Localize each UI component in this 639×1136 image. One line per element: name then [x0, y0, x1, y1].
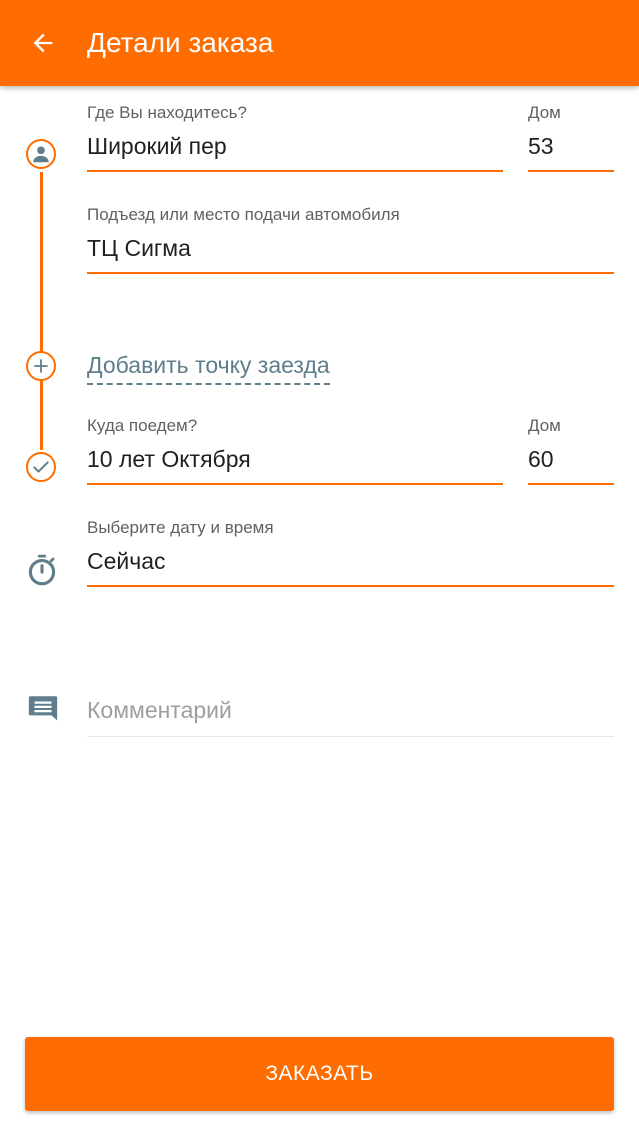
destination-label: Куда поедем?: [87, 416, 198, 435]
add-stop-link[interactable]: Добавить точку заезда: [87, 349, 330, 385]
order-button[interactable]: ЗАКАЗАТЬ: [25, 1037, 614, 1111]
pickup-street-underline: [87, 170, 503, 172]
comment-icon-wrap: [26, 692, 60, 726]
datetime-value: Сейчас: [87, 548, 166, 574]
entrance-field[interactable]: Подъезд или место подачи автомобиля ТЦ С…: [87, 204, 614, 284]
destination-house-value: 60: [528, 446, 554, 472]
pickup-house-value: 53: [528, 133, 554, 159]
destination-street-underline: [87, 483, 503, 485]
destination-street-value: 10 лет Октября: [87, 446, 251, 472]
destination-house-label: Дом: [528, 416, 561, 435]
entrance-value: ТЦ Сигма: [87, 235, 191, 261]
app-bar: Детали заказа: [0, 0, 639, 86]
pickup-label: Где Вы находитесь?: [87, 103, 247, 122]
comment-icon: [28, 696, 58, 721]
pickup-street-field[interactable]: Где Вы находитесь? Широкий пер: [87, 102, 503, 182]
datetime-field[interactable]: Выберите дату и время Сейчас: [87, 517, 614, 597]
add-stop-marker[interactable]: [26, 351, 56, 381]
pickup-house-underline: [528, 170, 614, 172]
pickup-marker: [26, 139, 56, 169]
pickup-house-field[interactable]: Дом 53: [528, 102, 614, 182]
pickup-street-value: Широкий пер: [87, 133, 227, 159]
comment-input[interactable]: Комментарий: [87, 694, 614, 738]
arrow-left-icon: [33, 33, 53, 53]
destination-house-field[interactable]: Дом 60: [528, 415, 614, 495]
person-icon: [33, 146, 49, 163]
destination-house-underline: [528, 483, 614, 485]
comment-placeholder: Комментарий: [87, 697, 232, 723]
destination-marker: [26, 452, 56, 482]
entrance-underline: [87, 272, 614, 274]
destination-street-field[interactable]: Куда поедем? 10 лет Октября: [87, 415, 503, 495]
datetime-label: Выберите дату и время: [87, 518, 274, 537]
entrance-label: Подъезд или место подачи автомобиля: [87, 205, 400, 224]
order-button-label: ЗАКАЗАТЬ: [265, 1062, 374, 1085]
comment-underline: [87, 736, 614, 737]
back-button[interactable]: [22, 22, 64, 64]
check-circle-icon: [33, 461, 49, 473]
pickup-house-label: Дом: [528, 103, 561, 122]
timer-icon: [28, 554, 56, 586]
page-title: Детали заказа: [87, 27, 274, 58]
plus-circle-icon: [34, 359, 48, 373]
route-line: [40, 172, 43, 450]
timer-icon-wrap: [24, 552, 60, 588]
datetime-underline: [87, 585, 614, 587]
